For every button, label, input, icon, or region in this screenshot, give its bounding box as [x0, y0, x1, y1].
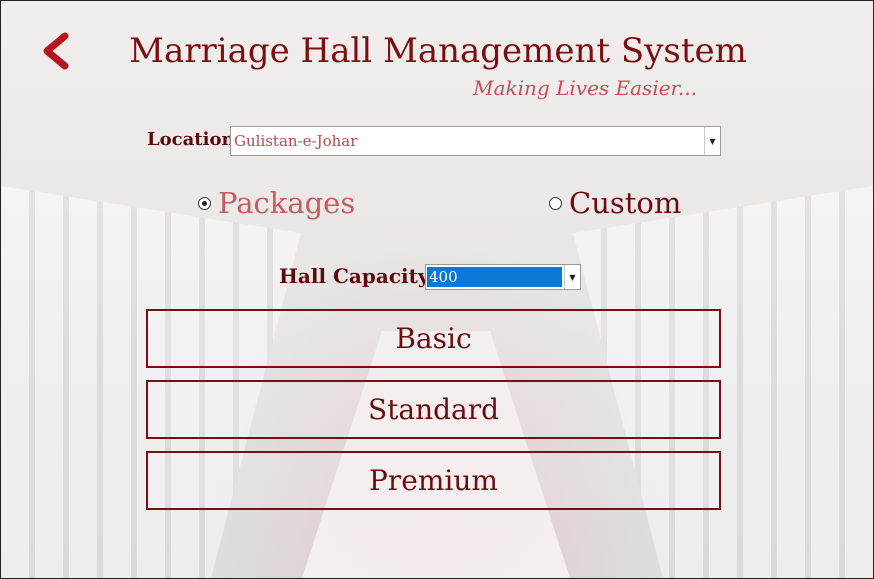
- basic-package-button[interactable]: Basic: [146, 309, 721, 368]
- packages-radio-circle[interactable]: [198, 196, 211, 210]
- location-dropdown[interactable]: Gulistan-e-Johar ▼: [230, 126, 721, 156]
- hall-capacity-label: Hall Capacity: [279, 264, 430, 288]
- premium-package-button[interactable]: Premium: [146, 451, 721, 510]
- packages-radio-label: Packages: [218, 186, 356, 220]
- app-window: Marriage Hall Management System Making L…: [0, 0, 874, 579]
- page-subtitle: Making Lives Easier...: [473, 76, 697, 100]
- packages-radio[interactable]: Packages: [198, 186, 355, 220]
- chevron-down-icon[interactable]: ▼: [704, 127, 720, 155]
- custom-radio[interactable]: Custom: [549, 186, 681, 220]
- hall-capacity-value: 400: [427, 267, 562, 287]
- chevron-down-icon[interactable]: ▼: [564, 265, 580, 289]
- page-title: Marriage Hall Management System: [129, 31, 747, 71]
- standard-package-button[interactable]: Standard: [146, 380, 721, 439]
- custom-radio-label: Custom: [569, 186, 682, 220]
- location-value: Gulistan-e-Johar: [234, 132, 358, 150]
- location-label: Location: [147, 129, 235, 150]
- custom-radio-circle[interactable]: [549, 196, 562, 210]
- hall-capacity-dropdown[interactable]: 400 ▼: [425, 264, 581, 290]
